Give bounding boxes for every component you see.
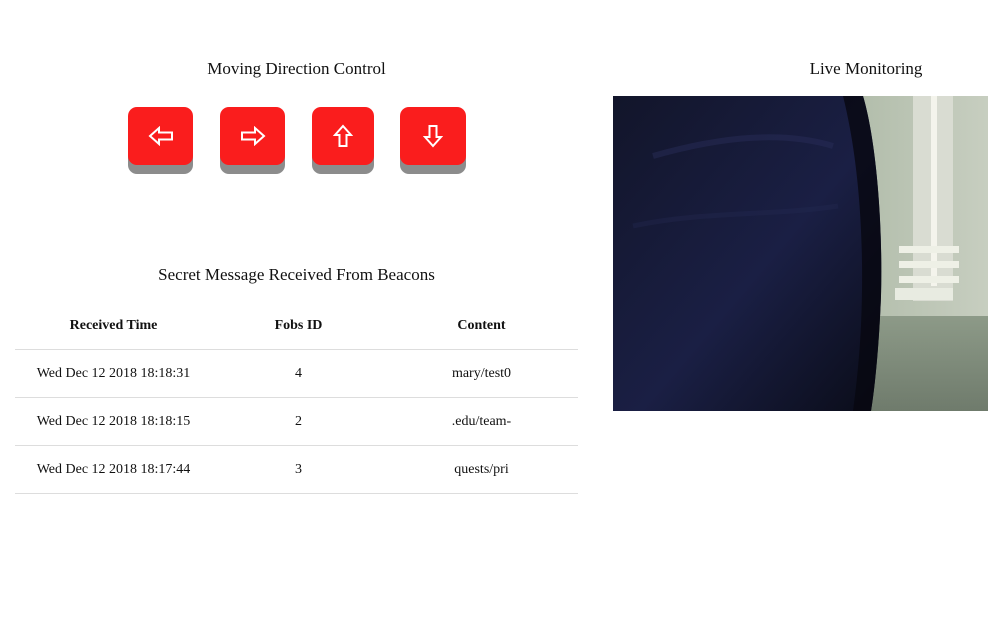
live-monitoring-title: Live Monitoring — [809, 59, 923, 78]
move-up-button[interactable] — [312, 107, 374, 165]
fobs-id-cell: 2 — [212, 397, 385, 446]
column-header-fobs-id: Fobs ID — [212, 302, 385, 350]
beacon-messages-table: Received Time Fobs ID Content Wed Dec 12… — [15, 302, 578, 494]
received-time-cell: Wed Dec 12 2018 18:18:31 — [15, 349, 212, 398]
arrow-left-icon — [147, 126, 173, 146]
fobs-id-cell: 3 — [212, 445, 385, 494]
content-cell: quests/pri — [385, 445, 578, 494]
arrow-right-icon — [240, 126, 266, 146]
received-time-cell: Wed Dec 12 2018 18:17:44 — [15, 445, 212, 494]
content-cell: mary/test0 — [385, 349, 578, 398]
beacon-messages-title: Secret Message Received From Beacons — [158, 265, 435, 284]
table-header-row: Received Time Fobs ID Content — [15, 302, 578, 350]
content-cell: .edu/team- — [385, 397, 578, 446]
table-row: Wed Dec 12 2018 18:18:31 4 mary/test0 — [15, 349, 578, 398]
move-right-button[interactable] — [220, 107, 285, 165]
column-header-content: Content — [385, 302, 578, 350]
live-video-feed — [613, 96, 988, 411]
table-row: Wed Dec 12 2018 18:18:15 2 .edu/team- — [15, 397, 578, 446]
camera-frame — [613, 96, 988, 411]
move-down-button[interactable] — [400, 107, 466, 165]
table-row: Wed Dec 12 2018 18:17:44 3 quests/pri — [15, 445, 578, 494]
arrow-up-icon — [333, 124, 353, 147]
move-left-button[interactable] — [128, 107, 193, 165]
received-time-cell: Wed Dec 12 2018 18:18:15 — [15, 397, 212, 446]
arrow-down-icon — [423, 125, 443, 148]
fobs-id-cell: 4 — [212, 349, 385, 398]
direction-control-title: Moving Direction Control — [207, 59, 386, 78]
column-header-received-time: Received Time — [15, 302, 212, 350]
